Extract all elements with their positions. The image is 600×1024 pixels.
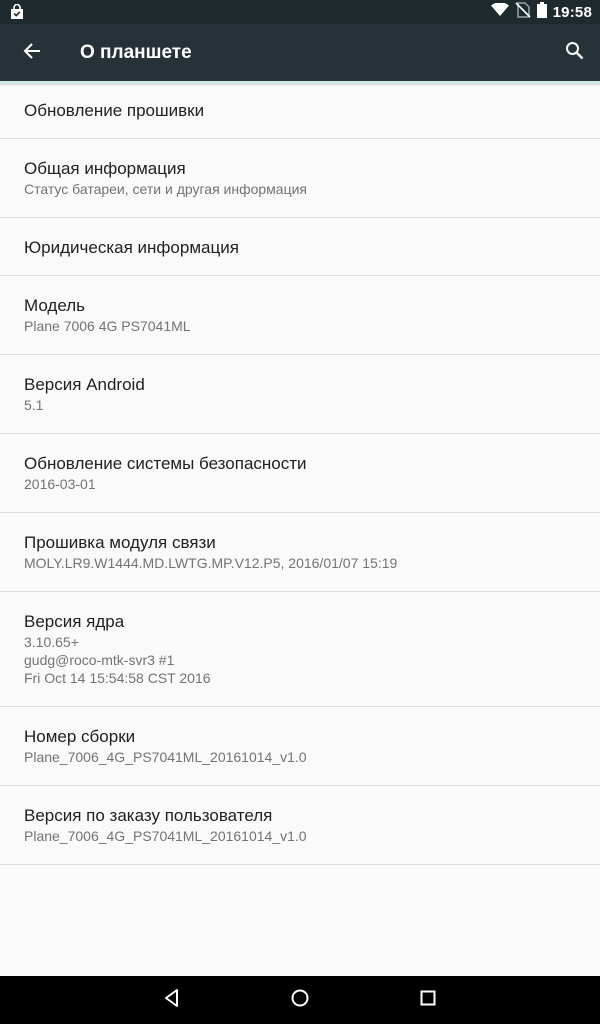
item-title: Обновление прошивки	[24, 101, 205, 120]
settings-screen: 19:58 О планшете Обновление прошивки Общ…	[0, 0, 600, 1024]
status-bar: 19:58	[0, 0, 600, 24]
navigation-bar	[0, 976, 600, 1024]
list-item-kernel-version[interactable]: Версия ядра 3.10.65+ gudg@roco-mtk-svr3 …	[0, 592, 600, 707]
item-subtitle: 2016-03-01	[24, 476, 96, 492]
home-circle-icon	[290, 988, 310, 1013]
list-item-legal-info[interactable]: Юридическая информация	[0, 218, 600, 276]
list-item-security-update[interactable]: Обновление системы безопасности 2016-03-…	[0, 434, 600, 513]
item-title: Общая информация	[24, 159, 186, 178]
item-title: Прошивка модуля связи	[24, 533, 216, 552]
item-subtitle: Plane_7006_4G_PS7041ML_20161014_v1.0	[24, 749, 307, 765]
search-button[interactable]	[558, 37, 590, 69]
no-sim-icon	[515, 1, 531, 23]
item-subtitle: Fri Oct 14 15:54:58 CST 2016	[24, 670, 211, 686]
arrow-back-icon	[23, 42, 41, 65]
item-subtitle: Статус батареи, сети и другая информация	[24, 181, 308, 197]
list-item-build-number[interactable]: Номер сборки Plane_7006_4G_PS7041ML_2016…	[0, 707, 600, 786]
list-item-custom-build-version[interactable]: Версия по заказу пользователя Plane_7006…	[0, 786, 600, 865]
app-toolbar: О планшете	[0, 24, 600, 82]
nav-back-button[interactable]	[156, 984, 188, 1016]
status-icons: 19:58	[490, 0, 592, 24]
battery-icon	[536, 1, 547, 23]
back-triangle-icon	[162, 988, 182, 1013]
item-subtitle: Plane 7006 4G PS7041ML	[24, 318, 191, 334]
item-title: Версия по заказу пользователя	[24, 806, 273, 825]
status-time: 19:58	[552, 3, 592, 21]
back-button[interactable]	[16, 37, 48, 69]
search-icon	[565, 41, 584, 65]
list-item-general-info[interactable]: Общая информация Статус батареи, сети и …	[0, 139, 600, 218]
item-title: Версия ядра	[24, 612, 125, 631]
item-subtitle: MOLY.LR9.W1444.MD.LWTG.MP.V12.P5, 2016/0…	[24, 555, 398, 571]
wifi-icon	[490, 1, 509, 22]
settings-list: Обновление прошивки Общая информация Ста…	[0, 84, 600, 865]
shopping-bag-icon	[9, 3, 25, 20]
item-subtitle: gudg@roco-mtk-svr3 #1	[24, 652, 175, 668]
nav-home-button[interactable]	[284, 984, 316, 1016]
item-subtitle: 3.10.65+	[24, 634, 79, 650]
item-subtitle: Plane_7006_4G_PS7041ML_20161014_v1.0	[24, 828, 307, 844]
page-title: О планшете	[80, 42, 192, 63]
item-title: Обновление системы безопасности	[24, 454, 307, 473]
list-item-model[interactable]: Модель Plane 7006 4G PS7041ML	[0, 276, 600, 355]
item-subtitle: 5.1	[24, 397, 44, 413]
list-item-firmware-update[interactable]: Обновление прошивки	[0, 84, 600, 139]
item-title: Модель	[24, 296, 86, 315]
recents-square-icon	[418, 988, 438, 1013]
list-item-baseband-version[interactable]: Прошивка модуля связи MOLY.LR9.W1444.MD.…	[0, 513, 600, 592]
item-title: Версия Android	[24, 375, 145, 394]
item-title: Номер сборки	[24, 727, 136, 746]
list-item-android-version[interactable]: Версия Android 5.1	[0, 355, 600, 434]
nav-recents-button[interactable]	[412, 984, 444, 1016]
item-title: Юридическая информация	[24, 238, 239, 257]
